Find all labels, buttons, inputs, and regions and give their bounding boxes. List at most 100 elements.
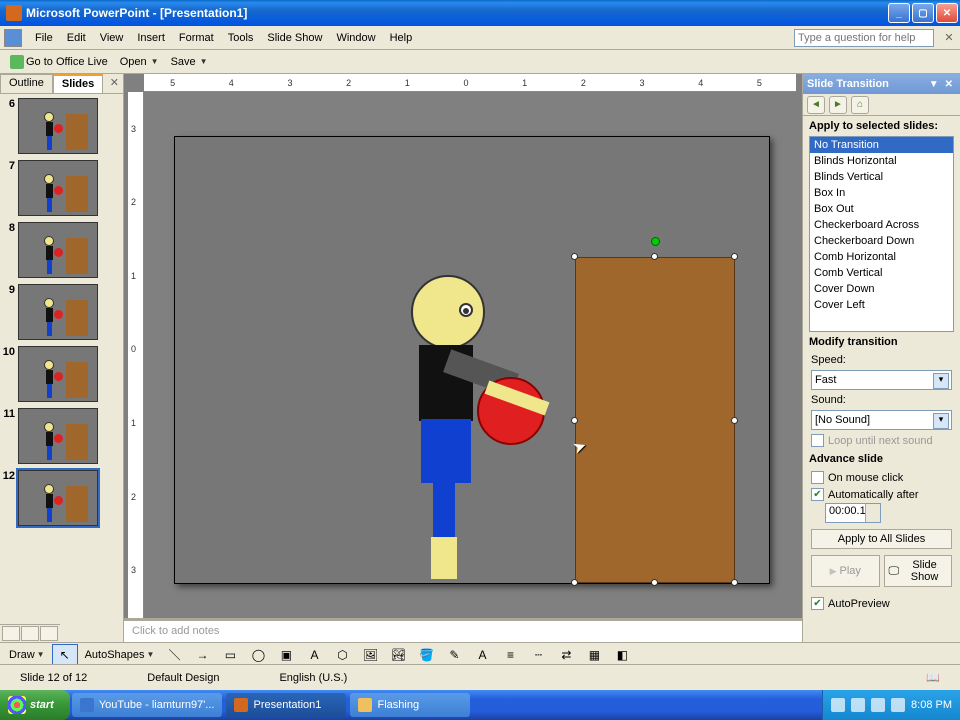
sorter-view-button[interactable] [21,626,39,641]
transition-item[interactable]: Blinds Horizontal [810,153,953,169]
oval-tool-button[interactable]: ◯ [245,644,271,666]
linecolor-button[interactable]: ✎ [441,644,467,666]
transition-item[interactable]: Box In [810,185,953,201]
slideshow-view-button[interactable] [40,626,58,641]
taskpane-close-button[interactable]: ✕ [942,79,956,90]
line-tool-button[interactable]: ＼ [161,644,187,666]
textbox-tool-button[interactable]: ▣ [273,644,299,666]
tab-slides[interactable]: Slides [53,74,103,93]
menu-tools[interactable]: Tools [221,29,261,47]
transition-item[interactable]: Cover Left [810,297,953,313]
thumbnail-item[interactable]: 7 [2,160,121,216]
start-button[interactable]: start [0,690,70,720]
tray-icon[interactable] [831,698,845,712]
autoafter-spinner[interactable]: 00:00.1 [825,503,881,523]
thumbnail-item[interactable]: 6 [2,98,121,154]
selection-handle[interactable] [731,253,738,260]
normal-view-button[interactable] [2,626,20,641]
picture-button[interactable]: 🏞 [385,644,411,666]
sound-combo[interactable]: [No Sound] [811,410,952,430]
menu-edit[interactable]: Edit [60,29,93,47]
clock[interactable]: 8:08 PM [911,699,952,711]
thumbnail-item[interactable]: 10 [2,346,121,402]
selection-handle[interactable] [651,579,658,586]
fontcolor-button[interactable]: A [469,644,495,666]
menu-window[interactable]: Window [329,29,382,47]
shape-leg[interactable] [433,483,455,539]
apply-all-button[interactable]: Apply to All Slides [811,529,952,549]
wordart-button[interactable]: А [301,644,327,666]
thumbnail-list[interactable]: 6 7 8 9 10 11 12 [0,94,123,642]
select-tool-button[interactable]: ↖ [52,644,78,666]
menu-file[interactable]: File [28,29,60,47]
nav-back-button[interactable]: ◄ [807,96,825,114]
shadow-button[interactable]: ▦ [581,644,607,666]
onclick-checkbox[interactable] [811,471,824,484]
spellcheck-icon[interactable]: 📖 [926,672,940,684]
transition-item[interactable]: Comb Horizontal [810,249,953,265]
linestyle-button[interactable]: ≡ [497,644,523,666]
fillcolor-button[interactable]: 🪣 [413,644,439,666]
selection-handle[interactable] [731,579,738,586]
transition-item[interactable]: Box Out [810,201,953,217]
thumbnail-item[interactable]: 9 [2,284,121,340]
maximize-button[interactable]: ▢ [912,3,934,23]
transition-item[interactable]: No Transition [810,137,953,153]
transition-list[interactable]: No Transition Blinds Horizontal Blinds V… [809,136,954,332]
thumbnail-item[interactable]: 8 [2,222,121,278]
notes-pane[interactable]: Click to add notes [124,618,802,642]
tray-icon[interactable] [891,698,905,712]
doc-close-button[interactable]: ✕ [942,31,956,44]
shape-pants[interactable] [421,419,471,483]
taskpane-menu-button[interactable]: ▼ [926,79,942,90]
autoafter-checkbox[interactable]: ✔ [811,488,824,501]
slide-canvas[interactable]: ➤ [174,136,770,584]
autoshapes-button[interactable]: AutoShapes▼ [80,646,160,664]
taskbar-item[interactable]: Presentation1 [226,693,346,717]
tray-icon[interactable] [851,698,865,712]
system-menu-icon[interactable] [4,29,22,47]
transition-item[interactable]: Comb Vertical [810,265,953,281]
thumbnail-item[interactable]: 12 [2,470,121,526]
save-button[interactable]: Save▼ [165,53,214,71]
menu-slideshow[interactable]: Slide Show [260,29,329,47]
selection-handle[interactable] [651,253,658,260]
transition-item[interactable]: Blinds Vertical [810,169,953,185]
thumbnail-item[interactable]: 11 [2,408,121,464]
arrowstyle-button[interactable]: ⇄ [553,644,579,666]
menu-insert[interactable]: Insert [130,29,172,47]
rectangle-tool-button[interactable]: ▭ [217,644,243,666]
shape-foot[interactable] [431,537,457,579]
shape-head[interactable] [411,275,485,349]
minimize-button[interactable]: _ [888,3,910,23]
transition-item[interactable]: Checkerboard Down [810,233,953,249]
clipart-button[interactable]: 🖼 [357,644,383,666]
speed-combo[interactable]: Fast [811,370,952,390]
open-button[interactable]: Open▼ [114,53,165,71]
draw-menu-button[interactable]: Draw▼ [4,646,50,664]
selection-handle[interactable] [571,417,578,424]
selection-handle[interactable] [731,417,738,424]
transition-item[interactable]: Checkerboard Across [810,217,953,233]
menu-help[interactable]: Help [383,29,420,47]
help-search-input[interactable] [794,29,934,47]
menu-format[interactable]: Format [172,29,221,47]
nav-home-button[interactable]: ⌂ [851,96,869,114]
rotation-handle[interactable] [651,237,660,246]
shape-door-selected[interactable] [575,257,735,583]
pane-close-button[interactable]: ✕ [106,74,123,93]
tray-icon[interactable] [871,698,885,712]
slideshow-button[interactable]: 🖵 Slide Show [884,555,953,587]
autopreview-checkbox[interactable]: ✔ [811,597,824,610]
selection-handle[interactable] [571,253,578,260]
nav-forward-button[interactable]: ► [829,96,847,114]
dashstyle-button[interactable]: ┄ [525,644,551,666]
play-button[interactable]: Play [811,555,880,587]
office-live-button[interactable]: Go to Office Live [4,52,114,72]
taskbar-item[interactable]: Flashing [350,693,470,717]
transition-item[interactable]: Cover Down [810,281,953,297]
selection-handle[interactable] [571,579,578,586]
tab-outline[interactable]: Outline [0,74,53,93]
3d-button[interactable]: ◧ [609,644,635,666]
taskbar-item[interactable]: YouTube - liamturn97'... [72,693,223,717]
